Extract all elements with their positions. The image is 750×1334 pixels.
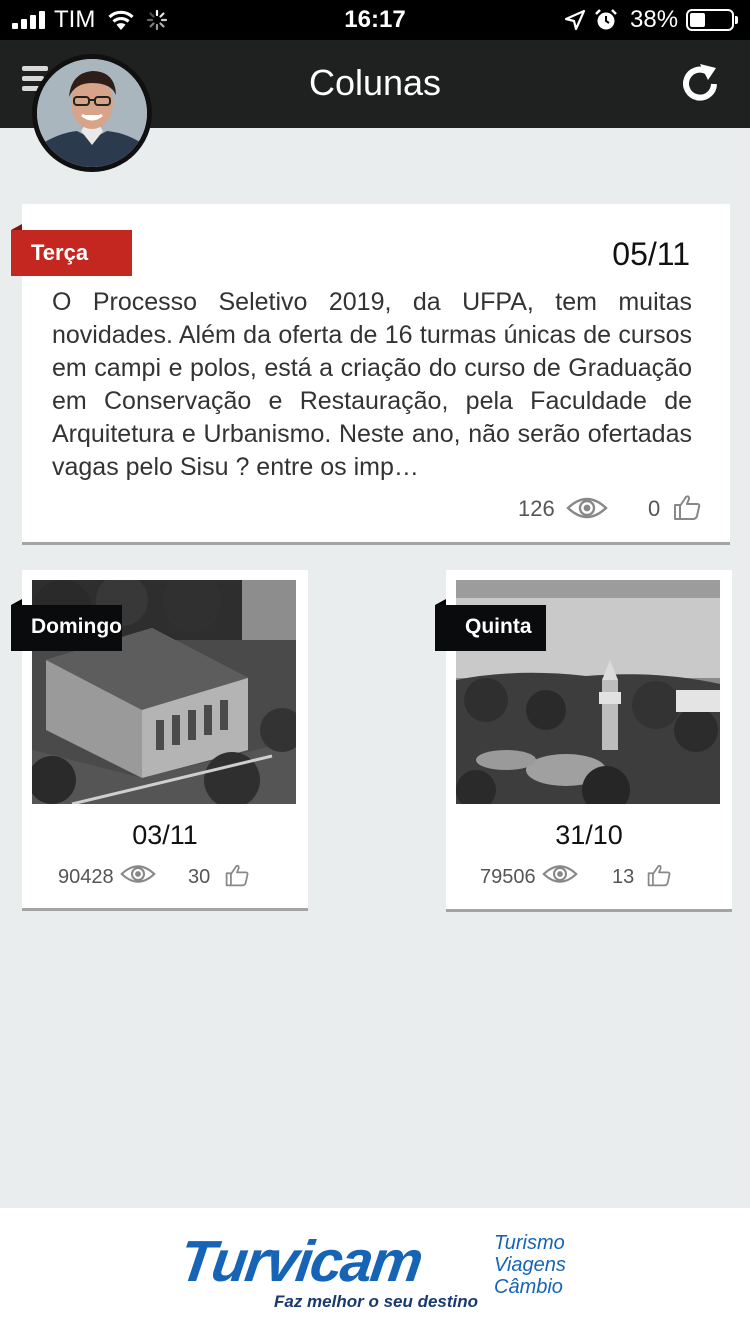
view-count: 126 (518, 496, 555, 521)
sponsor-services: Turismo Viagens Câmbio (494, 1232, 584, 1298)
alarm-clock-icon (595, 9, 617, 30)
battery-icon (686, 9, 738, 31)
sponsor-service-line: Turismo (494, 1232, 565, 1254)
refresh-icon[interactable] (676, 60, 724, 108)
columnist-avatar[interactable] (32, 54, 152, 172)
thumbs-up-icon[interactable] (646, 862, 672, 888)
sponsor-logo: Turvicam (175, 1229, 426, 1294)
thumbs-up-icon[interactable] (672, 492, 702, 522)
view-count: 79506 (480, 866, 536, 888)
column-date: 03/11 (132, 820, 198, 850)
avatar-portrait (37, 59, 147, 167)
column-date: 05/11 (612, 236, 690, 272)
sponsor-tagline: Faz melhor o seu destino (274, 1292, 479, 1311)
sponsor-banner[interactable]: Turvicam Turismo Viagens Câmbio Faz melh… (0, 1208, 750, 1334)
sponsor-service-line: Viagens (494, 1254, 566, 1276)
eye-icon (542, 865, 578, 883)
day-ribbon: Terça (11, 230, 132, 276)
day-ribbon: Quinta (435, 605, 546, 651)
sponsor-service-line: Câmbio (494, 1276, 563, 1298)
like-count: 13 (612, 866, 635, 888)
eye-icon (120, 865, 156, 883)
status-bar: TIM 16:17 38% (0, 0, 750, 40)
eye-icon (566, 497, 608, 519)
column-date: 31/10 (555, 820, 623, 850)
like-count: 30 (188, 866, 211, 888)
battery-percentage: 38% (630, 6, 679, 33)
thumbs-up-icon[interactable] (224, 862, 250, 888)
column-excerpt: O Processo Seletivo 2019, da UFPA, tem m… (52, 288, 692, 481)
day-ribbon: Domingo (11, 605, 122, 651)
like-count: 0 (648, 496, 661, 521)
location-arrow-icon (564, 9, 586, 31)
view-count: 90428 (58, 866, 114, 888)
